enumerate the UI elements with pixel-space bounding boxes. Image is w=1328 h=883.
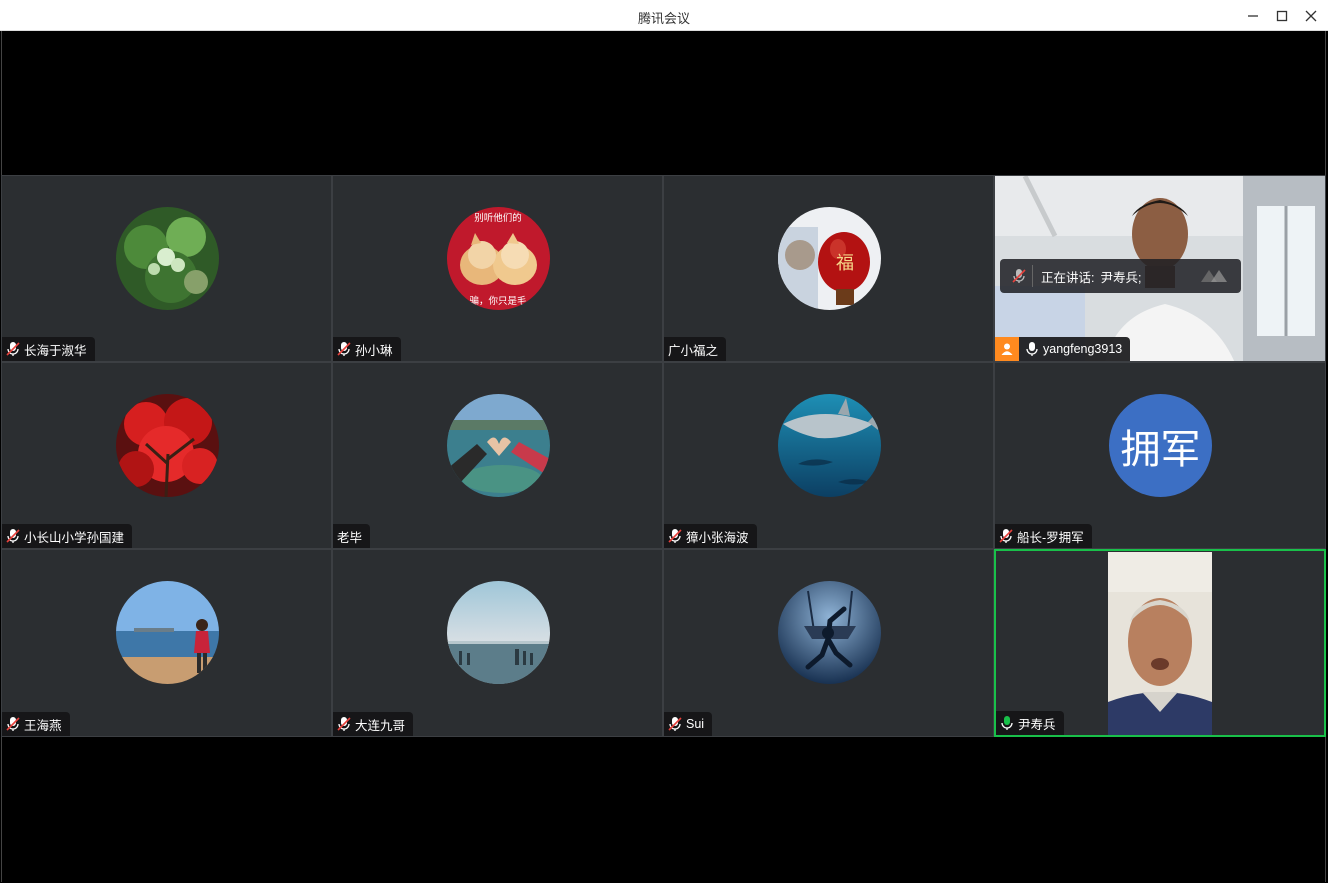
camera-video — [1108, 552, 1212, 735]
speaking-label: 正在讲话: — [1041, 270, 1095, 285]
participant-name: 长海于淑华 — [24, 343, 87, 358]
mic-muted-icon — [6, 342, 20, 356]
participant-tile[interactable]: 王海燕 — [1, 549, 332, 737]
participant-name: 船长-罗拥军 — [1017, 530, 1084, 545]
mic-muted-icon — [6, 717, 20, 731]
participant-name-tag: 孙小琳 — [333, 337, 401, 361]
participant-name-tag: 船长-罗拥军 — [995, 524, 1092, 548]
participant-grid: 长海于淑华 别听他们的 骗，你只是毛 孙小琳 福 广小福之 正在讲话: 尹寿兵;… — [1, 175, 1326, 737]
close-button[interactable] — [1296, 2, 1326, 29]
participant-tile[interactable]: 老毕 — [332, 362, 663, 549]
participant-name-tag: yangfeng3913 — [995, 337, 1131, 361]
window-title: 腾讯会议 — [637, 11, 690, 26]
avatar — [777, 394, 881, 497]
participant-name: 大连九哥 — [355, 718, 406, 733]
participant-name-tag: 长海于淑华 — [2, 337, 95, 361]
mic-muted-icon — [337, 717, 351, 731]
avatar-caption-top: 别听他们的 — [474, 212, 522, 224]
avatar: 拥军 — [1109, 394, 1212, 497]
mic-on-icon — [1026, 342, 1038, 356]
participant-tile[interactable]: Sui — [663, 549, 994, 737]
participant-name: 小长山小学孙国建 — [24, 530, 125, 545]
minimize-button[interactable] — [1238, 2, 1268, 29]
avatar-caption: 福 — [836, 253, 854, 274]
mic-muted-icon — [668, 529, 682, 543]
avatar — [115, 207, 219, 310]
participant-name-tag: 王海燕 — [2, 712, 70, 736]
participant-name: 尹寿兵 — [1018, 717, 1056, 732]
participant-name: 獐小张海波 — [686, 530, 749, 545]
participant-name-tag: 大连九哥 — [333, 712, 414, 736]
participant-name: Sui — [686, 717, 705, 731]
mic-muted-icon — [337, 342, 351, 356]
avatar: 别听他们的 骗，你只是毛 — [446, 207, 550, 310]
participant-name: 老毕 — [337, 530, 363, 545]
avatar — [115, 394, 219, 497]
avatar — [777, 581, 881, 684]
participant-name-tag: Sui — [664, 712, 713, 736]
avatar — [446, 581, 550, 684]
speaking-name: 尹寿兵; — [1100, 270, 1142, 285]
participant-name: 孙小琳 — [355, 343, 393, 358]
mic-muted-icon — [668, 717, 682, 731]
avatar — [115, 581, 219, 684]
participant-tile[interactable]: 福 广小福之 — [663, 175, 994, 362]
mic-muted-icon — [999, 529, 1013, 543]
participant-name-tag: 獐小张海波 — [664, 524, 757, 548]
participant-name-tag: 尹寿兵 — [996, 711, 1064, 735]
title-bar: 腾讯会议 — [0, 0, 1328, 31]
participant-tile[interactable]: 小长山小学孙国建 — [1, 362, 332, 549]
participant-tile[interactable]: 别听他们的 骗，你只是毛 孙小琳 — [332, 175, 663, 362]
close-icon — [1305, 10, 1317, 21]
participant-name: 广小福之 — [668, 343, 719, 358]
avatar-caption-bottom: 骗，你只是毛 — [469, 295, 527, 307]
speaking-indicator: 正在讲话: 尹寿兵; — [1000, 259, 1241, 293]
mic-speaking-icon — [1001, 716, 1013, 730]
participant-name-tag: 广小福之 — [664, 337, 727, 361]
participant-tile[interactable]: 拥军 船长-罗拥军 — [994, 362, 1326, 549]
host-badge-icon — [995, 337, 1019, 361]
avatar: 福 — [777, 207, 881, 310]
maximize-button[interactable] — [1267, 2, 1297, 29]
participant-name-tag: 老毕 — [333, 524, 371, 548]
participant-name: yangfeng3913 — [1043, 342, 1123, 356]
mic-muted-icon — [6, 529, 20, 543]
participant-tile[interactable]: 长海于淑华 — [1, 175, 332, 362]
mic-muted-icon — [1012, 269, 1026, 283]
participant-name: 王海燕 — [24, 718, 62, 733]
participant-tile[interactable]: 獐小张海波 — [663, 362, 994, 549]
participant-name-tag: 小长山小学孙国建 — [2, 524, 133, 548]
participant-tile[interactable]: 正在讲话: 尹寿兵; yangfeng3913 — [994, 175, 1326, 362]
maximize-icon — [1276, 10, 1288, 21]
minimize-icon — [1248, 14, 1258, 17]
tencent-meeting-logo-icon — [1201, 270, 1227, 282]
avatar — [446, 394, 550, 497]
participant-tile[interactable]: 大连九哥 — [332, 549, 663, 737]
participant-tile-active-speaker[interactable]: 尹寿兵 — [994, 549, 1326, 737]
